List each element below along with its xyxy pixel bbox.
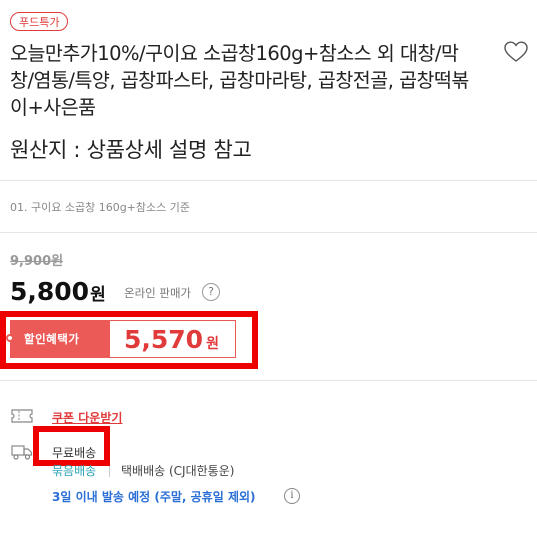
dispatch-info: 3일 이내 발송 예정 (주말, 공휴일 제외) bbox=[52, 490, 256, 504]
question-icon[interactable]: ? bbox=[202, 283, 220, 301]
carrier-info: 택배배송 (CJ대한통운) bbox=[121, 464, 235, 478]
info-icon[interactable]: i bbox=[284, 488, 300, 504]
divider bbox=[0, 232, 537, 233]
highlight-box-discount bbox=[0, 311, 258, 369]
divider bbox=[0, 380, 537, 381]
coupon-download-link[interactable]: 쿠폰 다운받기 bbox=[52, 409, 122, 426]
sale-price: 5,800원 bbox=[10, 275, 106, 312]
bundle-shipping-link[interactable]: 묶음배송 bbox=[52, 463, 96, 479]
divider bbox=[0, 180, 537, 181]
promo-badge: 푸드특가 bbox=[10, 12, 69, 31]
original-price: 9,900원 bbox=[10, 254, 64, 269]
origin-info: 원산지 : 상품상세 설명 참고 bbox=[10, 138, 252, 162]
online-price-label: 온라인 판매가 bbox=[124, 286, 192, 300]
product-title: 오늘만추가10%/구이요 소곱창160g+참소스 외 대창/막창/염통/특양, … bbox=[10, 42, 469, 119]
sale-price-value: 5,800 bbox=[10, 277, 90, 306]
highlight-box-free-shipping bbox=[33, 426, 110, 466]
sale-price-currency: 원 bbox=[90, 285, 106, 305]
selected-option: 01. 구이요 소곱창 160g+참소스 기준 bbox=[10, 201, 190, 214]
heart-icon[interactable] bbox=[504, 41, 528, 63]
coupon-icon bbox=[11, 409, 33, 423]
truck-icon bbox=[11, 445, 33, 460]
separator bbox=[109, 466, 110, 477]
